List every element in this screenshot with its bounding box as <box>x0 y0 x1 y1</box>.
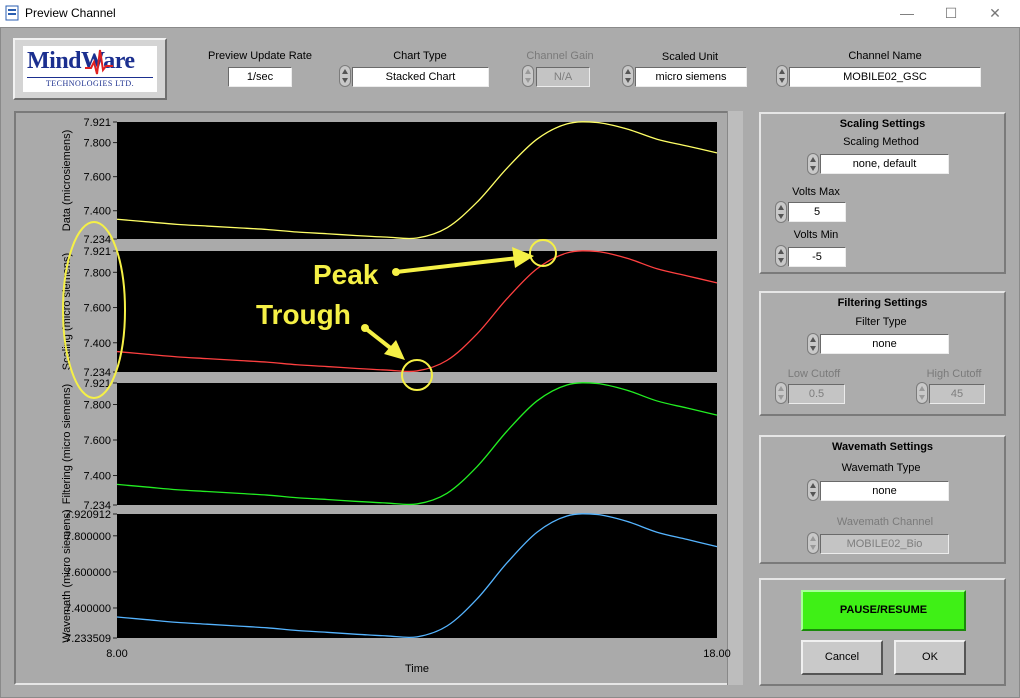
volts-min-label: Volts Min <box>793 229 839 241</box>
plot-area-1 <box>117 122 717 239</box>
scaling-method-field[interactable]: none, default <box>820 154 949 174</box>
wavemath-channel-field: MOBILE02_Bio <box>820 534 949 554</box>
filter-type-field[interactable]: none <box>820 334 949 354</box>
y-tick-label: 7.800 <box>83 399 111 411</box>
x-tick-label: 8.00 <box>106 648 127 660</box>
y-tick-label: 7.234 <box>83 234 111 246</box>
volts-min-spinner[interactable] <box>775 245 787 267</box>
x-tick-label: 18.00 <box>703 648 731 660</box>
wavemath-type-field[interactable]: none <box>820 481 949 501</box>
low-cutoff-label: Low Cutoff <box>787 368 841 380</box>
volts-max-spinner[interactable] <box>775 201 787 223</box>
peak-annotation: Peak <box>313 259 379 290</box>
scaling-method-label: Scaling Method <box>843 136 919 148</box>
wavemath-type-label: Wavemath Type <box>841 462 921 474</box>
y-tick-label: 7.600 <box>83 303 111 315</box>
cancel-button[interactable]: Cancel <box>801 640 883 675</box>
wavemath-channel-spinner <box>807 532 819 554</box>
scaling-settings-title: Scaling Settings <box>839 118 926 130</box>
y-tick-label: 7.921 <box>83 378 111 390</box>
filter-type-label: Filter Type <box>855 316 907 328</box>
y-axis-label: Filtering (micro siemens) <box>61 384 73 504</box>
low-cutoff-field: 0.5 <box>788 384 845 404</box>
wavemath-channel-label: Wavemath Channel <box>836 516 934 528</box>
y-tick-label: 7.800 <box>83 138 111 150</box>
volts-max-field[interactable]: 5 <box>788 202 846 222</box>
filter-type-spinner[interactable] <box>807 333 819 355</box>
scaling-method-spinner[interactable] <box>807 153 819 175</box>
y-tick-label: 7.600 <box>83 435 111 447</box>
x-axis-label: Time <box>405 663 429 675</box>
scaling-settings-panel: Scaling Settings Scaling Method none, de… <box>759 112 1006 274</box>
y-axis-label: Wavemath (micro siemens) <box>61 509 73 642</box>
filtering-settings-panel: Filtering Settings Filter Type none Low … <box>759 291 1006 416</box>
high-cutoff-field: 45 <box>929 384 985 404</box>
y-tick-label: 7.600 <box>83 172 111 184</box>
wavemath-settings-title: Wavemath Settings <box>831 441 934 453</box>
y-tick-label: 7.800 <box>83 267 111 279</box>
y-tick-label: 7.400 <box>83 471 111 483</box>
plot-area-3 <box>117 383 717 505</box>
y-tick-label: 7.400 <box>83 206 111 218</box>
plot-area-4 <box>117 514 717 638</box>
volts-min-field[interactable]: -5 <box>788 247 846 267</box>
trough-annotation: Trough <box>256 299 351 330</box>
high-cutoff-spinner <box>916 382 928 404</box>
y-tick-label: 7.400 <box>83 338 111 350</box>
wavemath-type-spinner[interactable] <box>807 479 819 501</box>
filtering-settings-title: Filtering Settings <box>837 297 928 309</box>
low-cutoff-spinner <box>775 382 787 404</box>
y-tick-label: 7.921 <box>83 117 111 129</box>
volts-max-label: Volts Max <box>792 186 840 198</box>
pause-resume-button[interactable]: PAUSE/RESUME <box>801 590 966 631</box>
wavemath-settings-panel: Wavemath Settings Wavemath Type none Wav… <box>759 435 1006 564</box>
ok-button[interactable]: OK <box>894 640 966 675</box>
y-axis-label: Data (microsiemens) <box>61 130 73 231</box>
high-cutoff-label: High Cutoff <box>926 368 982 380</box>
y-tick-label: 7.921 <box>83 246 111 258</box>
